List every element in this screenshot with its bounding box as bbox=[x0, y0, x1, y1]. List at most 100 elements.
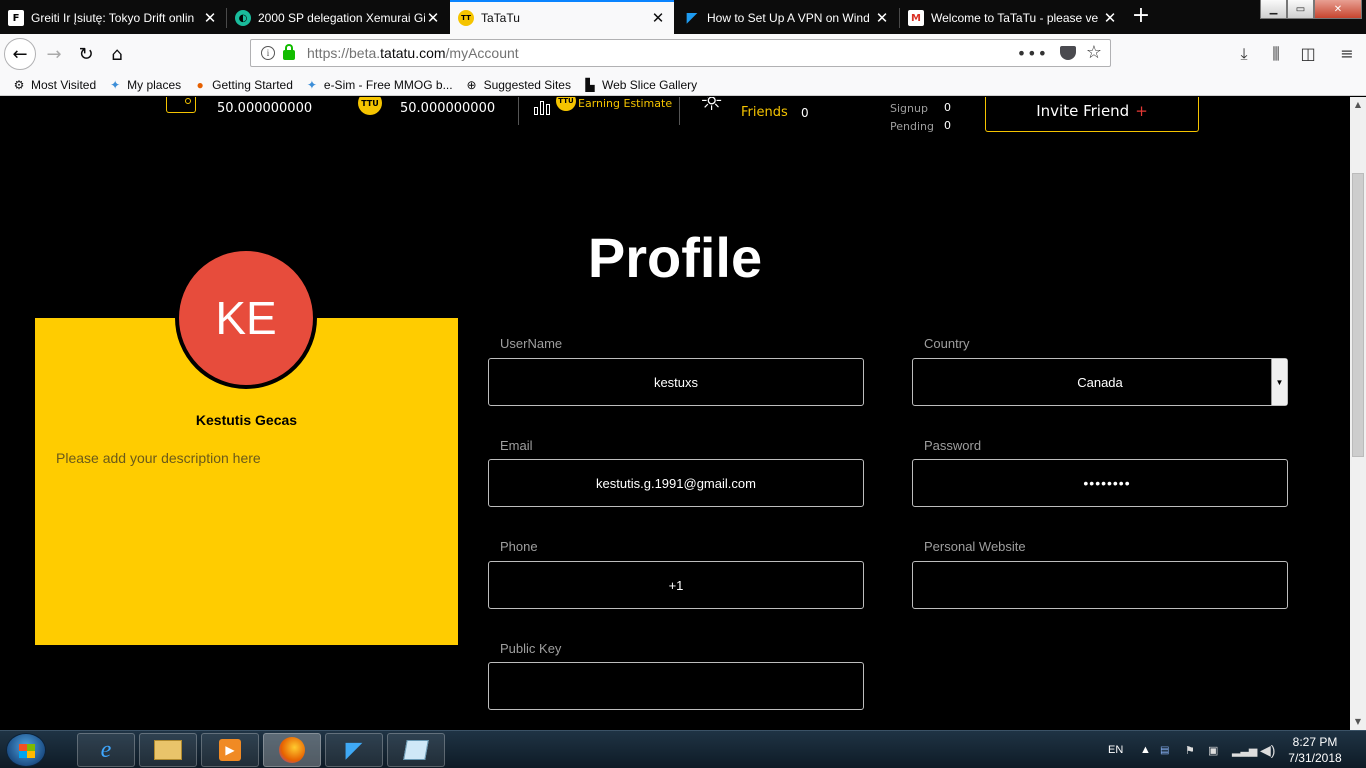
wallet-balance: 50.000000000 bbox=[217, 101, 313, 116]
signup-label: Signup bbox=[890, 102, 928, 115]
tab-tokyo-drift[interactable]: F Greiti Ir Įsiutę: Tokyo Drift onlin ✕ bbox=[0, 2, 226, 34]
avatar[interactable]: KE bbox=[175, 247, 317, 389]
invite-friend-label: Invite Friend bbox=[1036, 102, 1130, 120]
country-value: Canada bbox=[1077, 374, 1123, 390]
tatatu-favicon-icon: TT bbox=[458, 10, 474, 26]
bookmark-web-slice-gallery[interactable]: ▙ Web Slice Gallery bbox=[583, 78, 697, 92]
divider bbox=[679, 97, 680, 125]
vpn-favicon-icon: ◤ bbox=[686, 10, 698, 26]
new-tab-button[interactable]: + bbox=[1128, 4, 1154, 30]
scroll-up-icon[interactable]: ▲ bbox=[1350, 97, 1366, 113]
pending-count: 0 bbox=[944, 119, 951, 132]
bar-chart-icon bbox=[534, 97, 552, 115]
tab-label: Greiti Ir Įsiutę: Tokyo Drift onlin bbox=[31, 11, 195, 25]
invite-friend-button[interactable]: Invite Friend + bbox=[985, 97, 1199, 132]
close-icon[interactable]: ✕ bbox=[425, 10, 441, 26]
lock-icon[interactable] bbox=[283, 43, 295, 60]
minimize-button[interactable]: ▁ bbox=[1260, 0, 1287, 19]
home-button[interactable]: ⌂ bbox=[101, 38, 133, 70]
password-label: Password bbox=[924, 438, 982, 453]
country-select[interactable]: Canada ▼ bbox=[912, 358, 1288, 406]
reload-button[interactable]: ↻ bbox=[70, 38, 102, 70]
device-icon[interactable]: ▣ bbox=[1208, 731, 1218, 768]
username-label: UserName bbox=[500, 336, 563, 351]
page-actions-icon[interactable]: ••• bbox=[1017, 44, 1048, 63]
action-center-icon[interactable]: ⚑ bbox=[1185, 731, 1195, 768]
bookmark-most-visited[interactable]: ⚙ Most Visited bbox=[12, 77, 97, 92]
sidebar-icon[interactable]: ◫ bbox=[1297, 43, 1319, 65]
public-key-input[interactable] bbox=[488, 662, 864, 710]
close-window-button[interactable]: ✕ bbox=[1314, 0, 1362, 19]
phone-input[interactable]: +1 bbox=[488, 561, 864, 609]
close-icon[interactable]: ✕ bbox=[1102, 10, 1118, 26]
email-label: Email bbox=[500, 438, 533, 453]
system-clock[interactable]: 8:27 PM 7/31/2018 bbox=[1280, 734, 1350, 766]
menu-icon[interactable]: ≡ bbox=[1336, 43, 1358, 65]
page-content: 50.000000000 TTU 50.000000000 TTU Earnin… bbox=[0, 97, 1350, 730]
bookmark-label: Most Visited bbox=[31, 77, 97, 92]
close-icon[interactable]: ✕ bbox=[874, 10, 890, 26]
windows-logo-icon bbox=[19, 744, 35, 758]
info-icon[interactable]: i bbox=[261, 46, 275, 60]
bookmark-star-icon[interactable]: ☆ bbox=[1086, 42, 1102, 63]
tab-vpn[interactable]: ◤ How to Set Up A VPN on Wind ✕ bbox=[676, 2, 898, 34]
bookmark-label: Suggested Sites bbox=[483, 77, 571, 92]
navigation-toolbar: ← → ↻ ⌂ i https://beta.tatatu.com/myAcco… bbox=[0, 34, 1366, 74]
show-hidden-icons-icon[interactable]: ▲ bbox=[1140, 731, 1151, 768]
friends-label: Friends bbox=[741, 105, 788, 120]
windows-taskbar: e ▶ ◤ EN ▲ ▤ ⚑ ▣ ▂▃▅ ◀) 8:27 PM 7/31/201… bbox=[0, 730, 1366, 768]
globe-icon: ✦ bbox=[110, 77, 121, 92]
scroll-thumb[interactable] bbox=[1352, 173, 1364, 457]
gear-icon: ⚙ bbox=[13, 77, 25, 92]
url-bar[interactable]: i https://beta.tatatu.com/myAccount ••• … bbox=[250, 39, 1111, 67]
bookmark-esim[interactable]: ✦ e-Sim - Free MMOG b... bbox=[305, 78, 453, 92]
window-controls: ▁ ▭ ✕ bbox=[1260, 0, 1362, 20]
network-icon[interactable]: ▂▃▅ bbox=[1232, 731, 1257, 768]
tray-app-icon[interactable]: ▤ bbox=[1160, 731, 1169, 768]
avatar-initials: KE bbox=[215, 292, 277, 344]
start-button[interactable] bbox=[6, 733, 46, 767]
language-indicator[interactable]: EN bbox=[1108, 731, 1123, 768]
pocket-icon[interactable] bbox=[1060, 46, 1076, 60]
tab-favicon-icon: F bbox=[8, 10, 24, 26]
media-player-icon[interactable]: ▶ bbox=[201, 733, 259, 767]
profile-description[interactable]: Please add your description here bbox=[56, 450, 261, 466]
bookmark-suggested-sites[interactable]: ⊕ Suggested Sites bbox=[465, 78, 571, 92]
chevron-down-icon[interactable]: ▼ bbox=[1271, 359, 1287, 405]
volume-icon[interactable]: ◀) bbox=[1260, 731, 1275, 768]
tab-label: How to Set Up A VPN on Wind bbox=[707, 11, 870, 25]
url-text[interactable]: https://beta.tatatu.com/myAccount bbox=[307, 45, 519, 61]
home-icon: ⌂ bbox=[111, 43, 123, 65]
maximize-button[interactable]: ▭ bbox=[1287, 0, 1314, 19]
tab-welcome-tatatu[interactable]: M Welcome to TaTaTu - please ve ✕ bbox=[900, 2, 1126, 34]
firefox-icon[interactable] bbox=[263, 733, 321, 767]
vpn-app-icon[interactable]: ◤ bbox=[325, 733, 383, 767]
back-button[interactable]: ← bbox=[4, 38, 36, 70]
tab-label: Welcome to TaTaTu - please ve bbox=[931, 11, 1099, 25]
username-input[interactable]: kestuxs bbox=[488, 358, 864, 406]
file-explorer-icon[interactable] bbox=[139, 733, 197, 767]
bookmark-getting-started[interactable]: ● Getting Started bbox=[193, 78, 293, 92]
downloads-icon[interactable]: ⤓ bbox=[1233, 43, 1255, 65]
slice-icon: ▙ bbox=[585, 77, 595, 92]
bookmark-label: e-Sim - Free MMOG b... bbox=[323, 77, 453, 92]
close-icon[interactable]: ✕ bbox=[650, 10, 666, 26]
password-input[interactable]: •••••••• bbox=[912, 459, 1288, 507]
tab-tatatu[interactable]: TT TaTaTu ✕ bbox=[450, 0, 674, 34]
globe-icon: ✦ bbox=[306, 77, 317, 92]
forward-button[interactable]: → bbox=[38, 38, 70, 70]
website-input[interactable] bbox=[912, 561, 1288, 609]
globe-icon: ⊕ bbox=[466, 77, 477, 92]
phone-label: Phone bbox=[500, 539, 538, 554]
signup-count: 0 bbox=[944, 101, 951, 114]
internet-explorer-icon[interactable]: e bbox=[77, 733, 135, 767]
public-key-label: Public Key bbox=[500, 641, 562, 656]
close-icon[interactable]: ✕ bbox=[202, 10, 218, 26]
email-input[interactable]: kestutis.g.1991@gmail.com bbox=[488, 459, 864, 507]
page-scrollbar[interactable]: ▲ ▼ bbox=[1350, 97, 1366, 730]
library-icon[interactable]: ⫼ bbox=[1265, 43, 1287, 65]
notepad-icon[interactable] bbox=[387, 733, 445, 767]
tab-sp-delegation[interactable]: ◐ 2000 SP delegation Xemurai Gi ✕ bbox=[227, 2, 449, 34]
scroll-down-icon[interactable]: ▼ bbox=[1350, 714, 1366, 730]
bookmark-my-places[interactable]: ✦ My places bbox=[108, 78, 181, 92]
